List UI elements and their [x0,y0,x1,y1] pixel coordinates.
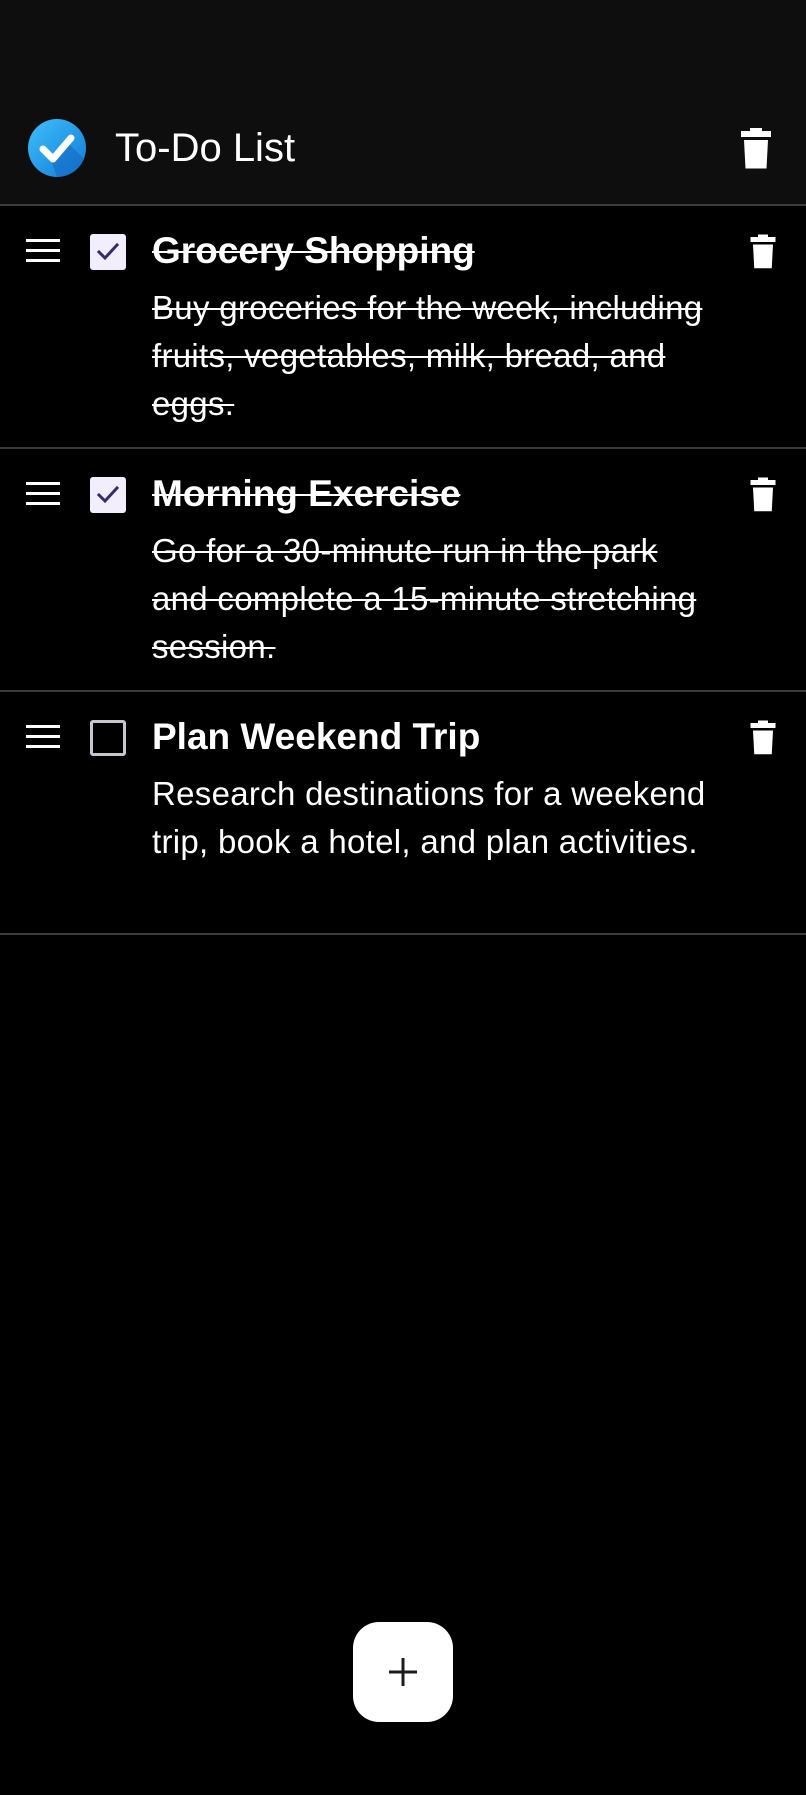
task-description: Go for a 30-minute run in the park and c… [152,532,697,665]
trash-icon[interactable] [738,127,774,171]
task-row[interactable]: Plan Weekend Trip Research destinations … [0,692,806,935]
plus-icon [389,1658,417,1686]
app-bar: To-Do List [0,0,806,206]
trash-icon[interactable] [748,477,778,513]
check-circle-icon [28,119,86,178]
drag-handle-icon[interactable] [26,236,60,266]
task-checkbox-checked[interactable] [90,234,126,270]
task-description: Research destinations for a weekend trip… [152,775,706,860]
task-title: Plan Weekend Trip [152,716,481,757]
drag-handle-icon[interactable] [26,722,60,752]
task-checkbox-checked[interactable] [90,477,126,513]
task-list: Grocery Shopping Buy groceries for the w… [0,206,806,935]
task-checkbox-unchecked[interactable] [90,720,126,756]
todo-app: To-Do List Grocery Shopping Buy grocerie… [0,0,806,1795]
task-row[interactable]: Morning Exercise Go for a 30-minute run … [0,449,806,692]
page-title: To-Do List [115,126,296,170]
task-title: Morning Exercise [152,473,461,514]
drag-handle-icon[interactable] [26,479,60,509]
trash-icon[interactable] [748,234,778,270]
trash-icon[interactable] [748,720,778,756]
task-description: Buy groceries for the week, including fr… [152,289,703,422]
add-task-button[interactable] [353,1622,453,1722]
task-title: Grocery Shopping [152,230,475,271]
task-row[interactable]: Grocery Shopping Buy groceries for the w… [0,206,806,449]
